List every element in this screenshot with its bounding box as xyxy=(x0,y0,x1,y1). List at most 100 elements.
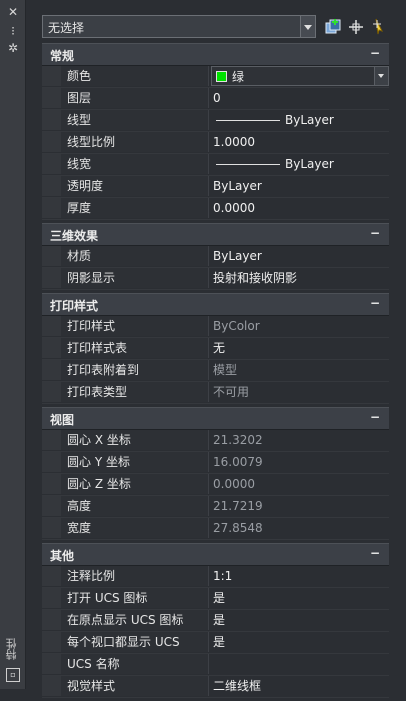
property-value: 绿 xyxy=(232,70,245,84)
property-value: 不可用 xyxy=(213,385,250,399)
property-label: 透明度 xyxy=(61,176,209,196)
toolbar: 无选择 xyxy=(42,15,390,40)
property-row-plot-attached[interactable]: 打印表附着到 模型 xyxy=(42,360,389,382)
section-misc: 其他 − 注释比例 1:1 打开 UCS 图标 是 在原点显示 UCS 图标 是… xyxy=(42,543,389,698)
property-value: ByLayer xyxy=(285,157,334,171)
property-value: 21.3202 xyxy=(213,433,263,447)
property-label: 线型 xyxy=(61,110,209,130)
selection-dropdown[interactable]: 无选择 xyxy=(42,15,316,38)
property-row-visual-style[interactable]: 视觉样式 二维线框 xyxy=(42,676,389,698)
chevron-down-icon[interactable] xyxy=(300,16,315,37)
property-label: 打开 UCS 图标 xyxy=(61,588,209,608)
property-value[interactable]: 0 xyxy=(213,88,389,108)
collapse-icon[interactable]: − xyxy=(369,46,381,60)
section-header-3d[interactable]: 三维效果 − xyxy=(42,223,389,246)
property-label: 线宽 xyxy=(61,154,209,174)
selection-value: 无选择 xyxy=(48,21,85,35)
property-label: 圆心 X 坐标 xyxy=(61,430,209,450)
property-row-plot-type[interactable]: 打印表类型 不可用 xyxy=(42,382,389,404)
property-value[interactable]: 是 xyxy=(213,588,389,608)
property-label: 打印表类型 xyxy=(61,382,209,402)
palette-title: 特性 xyxy=(5,638,18,660)
property-row-material[interactable]: 材质 ByLayer xyxy=(42,246,389,268)
property-row-annoscale[interactable]: 注释比例 1:1 xyxy=(42,566,389,588)
property-value[interactable]: ByLayer xyxy=(213,246,389,266)
select-objects-icon[interactable] xyxy=(347,18,365,36)
collapse-icon[interactable]: − xyxy=(369,226,381,240)
palette-menu-icon[interactable]: ▫ xyxy=(6,668,20,682)
auto-hide-icon[interactable]: ⁝ xyxy=(6,24,20,38)
property-row-shadow[interactable]: 阴影显示 投射和接收阴影 xyxy=(42,268,389,290)
property-row-plot-table[interactable]: 打印样式表 无 xyxy=(42,338,389,360)
property-label: 材质 xyxy=(61,246,209,266)
property-row-layer[interactable]: 图层 0 xyxy=(42,88,389,110)
color-swatch xyxy=(216,71,227,82)
property-row-color[interactable]: 颜色 绿 xyxy=(42,66,389,88)
property-value: ByLayer xyxy=(285,113,334,127)
linetype-value[interactable]: ByLayer xyxy=(213,110,389,130)
property-row-center-z[interactable]: 圆心 Z 坐标 0.0000 xyxy=(42,474,389,496)
close-icon[interactable]: ✕ xyxy=(6,5,20,19)
collapse-icon[interactable]: − xyxy=(369,546,381,560)
property-value[interactable]: 0.0000 xyxy=(213,198,389,218)
property-label: 视觉样式 xyxy=(61,676,209,696)
properties-panel: 常规 − 颜色 绿 图层 0 线型 ByLayer 线型比例 1.0000 线宽… xyxy=(42,43,389,701)
property-value: 0.0000 xyxy=(213,477,255,491)
property-row-ucs-name[interactable]: UCS 名称 xyxy=(42,654,389,676)
property-value[interactable]: ByLayer xyxy=(213,176,389,196)
property-label: 宽度 xyxy=(61,518,209,538)
toggle-pickadd-icon[interactable] xyxy=(324,18,342,36)
color-select[interactable]: 绿 xyxy=(211,66,389,86)
property-label: 打印样式 xyxy=(61,316,209,336)
property-row-plot-style[interactable]: 打印样式 ByColor xyxy=(42,316,389,338)
property-label: 厚度 xyxy=(61,198,209,218)
property-value[interactable]: 投射和接收阴影 xyxy=(213,268,389,288)
section-3d: 三维效果 − 材质 ByLayer 阴影显示 投射和接收阴影 xyxy=(42,223,389,290)
section-header-misc[interactable]: 其他 − xyxy=(42,543,389,566)
property-value: 27.8548 xyxy=(213,521,263,535)
property-value[interactable]: 无 xyxy=(213,338,389,358)
lineweight-preview xyxy=(216,164,280,165)
property-row-ucs-viewport[interactable]: 每个视口都显示 UCS 是 xyxy=(42,632,389,654)
collapse-icon[interactable]: − xyxy=(369,410,381,424)
section-plot: 打印样式 − 打印样式 ByColor 打印样式表 无 打印表附着到 模型 打印… xyxy=(42,293,389,404)
property-value: 模型 xyxy=(213,363,238,377)
property-value[interactable]: 二维线框 xyxy=(213,676,389,696)
property-row-width[interactable]: 宽度 27.8548 xyxy=(42,518,389,540)
property-label: 图层 xyxy=(61,88,209,108)
property-label: 打印表附着到 xyxy=(61,360,209,380)
settings-icon[interactable]: ✲ xyxy=(6,41,20,55)
property-row-thickness[interactable]: 厚度 0.0000 xyxy=(42,198,389,220)
property-value[interactable]: 1:1 xyxy=(213,566,389,586)
section-header-general[interactable]: 常规 − xyxy=(42,43,389,66)
property-label: 注释比例 xyxy=(61,566,209,586)
section-header-plot[interactable]: 打印样式 − xyxy=(42,293,389,316)
section-view: 视图 − 圆心 X 坐标 21.3202 圆心 Y 坐标 16.0079 圆心 … xyxy=(42,407,389,540)
section-title: 其他 xyxy=(50,549,75,563)
quick-select-icon[interactable] xyxy=(370,18,388,36)
property-row-height[interactable]: 高度 21.7219 xyxy=(42,496,389,518)
property-value[interactable]: 是 xyxy=(213,632,389,652)
property-value: ByColor xyxy=(213,319,260,333)
property-label: 高度 xyxy=(61,496,209,516)
property-row-lineweight[interactable]: 线宽 ByLayer xyxy=(42,154,389,176)
section-title: 视图 xyxy=(50,413,75,427)
section-title: 打印样式 xyxy=(50,299,99,313)
property-label: 打印样式表 xyxy=(61,338,209,358)
section-header-view[interactable]: 视图 − xyxy=(42,407,389,430)
property-value[interactable] xyxy=(213,654,389,674)
property-value: 21.7219 xyxy=(213,499,263,513)
property-row-ltscale[interactable]: 线型比例 1.0000 xyxy=(42,132,389,154)
linetype-preview xyxy=(216,120,280,121)
property-row-linetype[interactable]: 线型 ByLayer xyxy=(42,110,389,132)
property-value[interactable]: 1.0000 xyxy=(213,132,389,152)
property-row-ucs-icon[interactable]: 打开 UCS 图标 是 xyxy=(42,588,389,610)
property-row-ucs-origin[interactable]: 在原点显示 UCS 图标 是 xyxy=(42,610,389,632)
property-row-transparency[interactable]: 透明度 ByLayer xyxy=(42,176,389,198)
property-row-center-y[interactable]: 圆心 Y 坐标 16.0079 xyxy=(42,452,389,474)
collapse-icon[interactable]: − xyxy=(369,296,381,310)
property-value[interactable]: 是 xyxy=(213,610,389,630)
property-row-center-x[interactable]: 圆心 X 坐标 21.3202 xyxy=(42,430,389,452)
chevron-down-icon[interactable] xyxy=(374,67,388,85)
lineweight-value[interactable]: ByLayer xyxy=(213,154,389,174)
